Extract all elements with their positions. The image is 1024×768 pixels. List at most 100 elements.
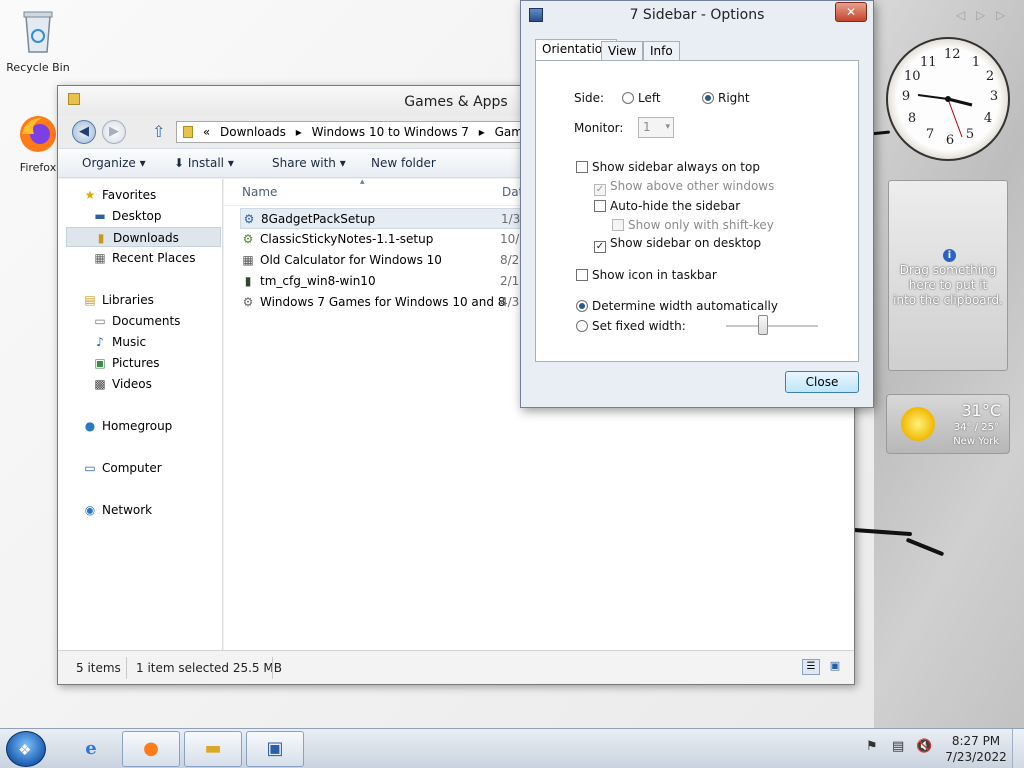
nav-homegroup[interactable]: ● Homegroup xyxy=(82,416,173,436)
recycle-bin-icon xyxy=(23,11,53,53)
width-auto-radio[interactable]: Determine width automatically xyxy=(576,299,778,313)
breadcrumb-win10-to-win7[interactable]: Windows 10 to Windows 7 xyxy=(312,122,469,142)
taskbar-firefox[interactable]: ● xyxy=(122,731,180,767)
recycle-bin-shortcut[interactable]: Recycle Bin xyxy=(0,6,76,74)
monitor-icon: ▣ xyxy=(266,738,284,759)
preview-pane-icon[interactable]: ▣ xyxy=(826,659,844,675)
radio-icon xyxy=(576,320,588,332)
sidebar-options-dialog[interactable]: 7 Sidebar - Options ✕ Orientation View I… xyxy=(520,0,874,408)
show-on-desktop-checkbox[interactable]: ✓ Show sidebar on desktop xyxy=(594,236,761,253)
downloads-folder-icon: ▮ xyxy=(97,231,105,245)
radio-selected-icon xyxy=(702,92,714,104)
taskbar-sidebar-options[interactable]: ▣ xyxy=(246,731,304,767)
dialog-title: 7 Sidebar - Options xyxy=(629,7,765,23)
gadget-next-icon[interactable]: ▷ xyxy=(976,8,985,22)
radio-selected-icon xyxy=(576,300,588,312)
side-left-radio[interactable]: Left xyxy=(622,91,661,105)
nav-favorites[interactable]: ★ Favorites xyxy=(82,185,157,205)
libraries-icon: ▤ xyxy=(84,293,96,307)
application-icon: ▮ xyxy=(244,274,252,288)
close-button[interactable]: Close xyxy=(785,371,859,393)
firefox-icon xyxy=(20,116,56,152)
action-center-flag-icon[interactable]: ⚑ xyxy=(866,739,878,754)
installer-icon: ⚙ xyxy=(242,232,254,246)
close-icon[interactable]: ✕ xyxy=(835,2,867,22)
new-folder-button[interactable]: New folder xyxy=(371,156,436,170)
icon-in-taskbar-checkbox[interactable]: Show icon in taskbar xyxy=(576,268,717,282)
breadcrumb-downloads[interactable]: Downloads xyxy=(220,122,286,142)
gadget-add-icon[interactable]: ▷ xyxy=(996,8,1005,22)
breadcrumb-separator-icon[interactable]: ▸ xyxy=(479,122,485,142)
organize-menu[interactable]: Organize ▾ xyxy=(82,156,146,170)
nav-libraries[interactable]: ▤ Libraries xyxy=(82,290,154,310)
column-header-name[interactable]: Name xyxy=(242,185,277,199)
desktop-icon: ▬ xyxy=(94,209,106,223)
start-button[interactable]: ❖ xyxy=(6,731,46,767)
weather-gadget[interactable]: 31°C 34° / 25° New York xyxy=(886,394,1010,454)
weather-city: New York xyxy=(953,436,999,447)
nav-videos[interactable]: ▩ Videos xyxy=(92,374,152,394)
above-other-windows-checkbox: ✓ Show above other windows xyxy=(594,179,775,196)
gadget-prev-icon[interactable]: ◁ xyxy=(956,8,965,22)
tab-view[interactable]: View xyxy=(601,41,644,61)
details-view-icon[interactable]: ☰ xyxy=(802,659,820,675)
checkbox-checked-icon: ✓ xyxy=(594,184,606,196)
item-count: 5 items xyxy=(76,661,121,675)
clipboard-gadget[interactable]: i Drag something here to put it into the… xyxy=(888,180,1008,371)
checkbox-icon xyxy=(576,269,588,281)
status-divider xyxy=(126,657,127,679)
nav-documents[interactable]: ▭ Documents xyxy=(92,311,180,331)
show-desktop-button[interactable] xyxy=(1012,729,1024,768)
firefox-icon: ● xyxy=(143,738,159,759)
taskbar: ❖ e ● ▬ ▣ ⚑ ▤ 🔇 8:27 PM 7/23/2022 xyxy=(0,728,1024,768)
always-on-top-checkbox[interactable]: Show sidebar always on top xyxy=(576,160,760,174)
nav-desktop[interactable]: ▬ Desktop xyxy=(92,206,161,226)
windows-logo-icon: ❖ xyxy=(18,741,32,759)
weather-range: 34° / 25° xyxy=(953,422,999,433)
nav-computer[interactable]: ▭ Computer xyxy=(82,458,161,478)
internet-explorer-icon: e xyxy=(85,738,97,759)
nav-music[interactable]: ♪ Music xyxy=(92,332,146,352)
width-fixed-radio[interactable]: Set fixed width: xyxy=(576,319,686,333)
navigation-pane: ★ Favorites ▬ Desktop ▮ Downloads ▦ Recent P… xyxy=(58,179,223,652)
folder-icon: ▬ xyxy=(204,738,222,759)
sort-ascending-icon: ▴ xyxy=(360,177,365,187)
recycle-bin-label: Recycle Bin xyxy=(6,61,70,74)
share-with-menu[interactable]: Share with ▾ xyxy=(272,156,346,170)
tab-info[interactable]: Info xyxy=(643,41,680,61)
network-icon[interactable]: ▤ xyxy=(892,739,904,754)
breadcrumb-overflow[interactable]: « xyxy=(203,122,210,142)
breadcrumb[interactable]: « Downloads ▸ Windows 10 to Windows 7 ▸ … xyxy=(176,121,536,143)
weather-temperature: 31°C xyxy=(961,401,1001,420)
width-slider-thumb[interactable] xyxy=(758,315,768,335)
monitor-select: 1 ▾ xyxy=(638,117,674,138)
clock-gadget[interactable]: 12 1 2 3 4 5 6 7 8 9 10 11 xyxy=(886,37,1010,161)
autohide-checkbox[interactable]: Auto-hide the sidebar xyxy=(594,199,740,213)
status-bar: 5 items 1 item selected 25.5 MB ☰ ▣ xyxy=(58,650,854,684)
side-right-radio[interactable]: Right xyxy=(702,91,750,105)
forward-button[interactable]: ▶ xyxy=(102,120,126,144)
radio-icon xyxy=(622,92,634,104)
taskbar-internet-explorer[interactable]: e xyxy=(62,731,120,767)
volume-muted-icon[interactable]: 🔇 xyxy=(916,739,932,754)
nav-recent-places[interactable]: ▦ Recent Places xyxy=(92,248,195,268)
nav-downloads[interactable]: ▮ Downloads xyxy=(66,227,221,247)
checkbox-icon xyxy=(594,200,606,212)
nav-pictures[interactable]: ▣ Pictures xyxy=(92,353,159,373)
install-icon: ⬇ xyxy=(174,156,185,170)
info-icon: i xyxy=(943,249,956,262)
taskbar-clock[interactable]: 8:27 PM 7/23/2022 xyxy=(944,733,1008,765)
music-icon: ♪ xyxy=(96,335,104,349)
install-button[interactable]: ⬇ Install ▾ xyxy=(174,156,234,170)
network-icon: ◉ xyxy=(84,503,96,517)
up-arrow-icon[interactable]: ⇧ xyxy=(152,122,165,141)
nav-network[interactable]: ◉ Network xyxy=(82,500,152,520)
installer-icon: ⚙ xyxy=(242,295,254,309)
checkbox-icon xyxy=(612,219,624,231)
breadcrumb-separator-icon[interactable]: ▸ xyxy=(296,122,302,142)
shift-key-checkbox: Show only with shift-key xyxy=(612,218,774,232)
taskbar-explorer[interactable]: ▬ xyxy=(184,731,242,767)
back-button[interactable]: ◀ xyxy=(72,120,96,144)
pictures-icon: ▣ xyxy=(94,356,106,370)
homegroup-icon: ● xyxy=(84,419,96,433)
